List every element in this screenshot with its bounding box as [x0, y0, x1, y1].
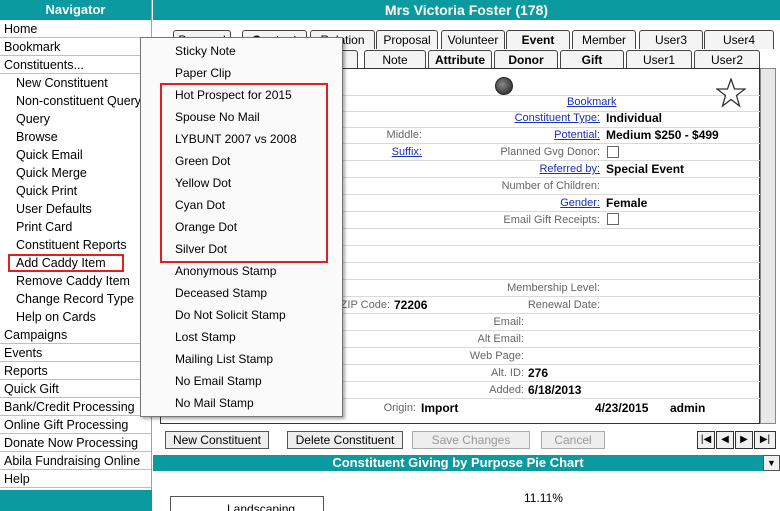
children-label: Number of Children: — [501, 180, 600, 192]
navigator-footer — [0, 490, 152, 511]
nav-item-print-card[interactable]: Print Card — [0, 218, 151, 236]
web-page-label: Web Page: — [469, 350, 524, 362]
tab-user1[interactable]: User1 — [626, 50, 692, 69]
nav-item-change-record-type[interactable]: Change Record Type — [0, 290, 151, 308]
chevron-down-icon[interactable]: ▼ — [763, 455, 780, 471]
alt-id-label: Alt. ID: — [490, 367, 524, 379]
menu-item-sticky-note[interactable]: Sticky Note — [175, 44, 236, 58]
nav-item-reports[interactable]: Reports — [0, 362, 151, 380]
tab-attribute[interactable]: Attribute — [428, 50, 492, 69]
menu-item-no-mail-stamp[interactable]: No Mail Stamp — [175, 396, 254, 410]
nav-item-help[interactable]: Help — [0, 470, 151, 488]
menu-item-anonymous-stamp[interactable]: Anonymous Stamp — [175, 264, 276, 278]
tab-gift[interactable]: Gift — [560, 50, 624, 69]
planned-giving-checkbox[interactable] — [607, 146, 619, 158]
potential-link[interactable]: Potential: — [500, 129, 600, 141]
menu-item-mailing-list-stamp[interactable]: Mailing List Stamp — [175, 352, 273, 366]
last-record-icon[interactable]: ▶| — [754, 431, 776, 449]
nav-item-bookmark[interactable]: Bookmark — [0, 38, 151, 56]
nav-item-remove-caddy-item[interactable]: Remove Caddy Item — [0, 272, 151, 290]
membership-level-label: Membership Level: — [507, 282, 600, 294]
delete-constituent-button[interactable]: Delete Constituent — [287, 431, 403, 449]
constituent-type-value: Individual — [606, 111, 663, 125]
pie-slice-percent: 11.11% — [524, 491, 563, 505]
nav-item-bank-credit-processing[interactable]: Bank/Credit Processing — [0, 398, 151, 416]
record-title: Mrs Victoria Foster (178) — [153, 0, 780, 20]
modified-user: admin — [670, 401, 706, 415]
origin-label: Origin: — [383, 402, 416, 414]
nav-item-quick-merge[interactable]: Quick Merge — [0, 164, 151, 182]
email-label: Email: — [493, 316, 524, 328]
menu-item-do-not-solicit-stamp[interactable]: Do Not Solicit Stamp — [175, 308, 286, 322]
nav-item-quick-gift[interactable]: Quick Gift — [0, 380, 151, 398]
navigator-panel: Navigator Home Bookmark Constituents... New… — [0, 0, 152, 511]
planned-giving-label: Planned Gvg Donor: — [500, 146, 600, 158]
previous-record-icon[interactable]: ◀ — [716, 431, 734, 449]
nav-item-constituents[interactable]: Constituents... — [0, 56, 151, 74]
nav-item-online-gift-processing[interactable]: Online Gift Processing — [0, 416, 151, 434]
zip-code-value: 72206 — [394, 298, 428, 312]
menu-item-deceased-stamp[interactable]: Deceased Stamp — [175, 286, 267, 300]
email-receipts-label: Email Gift Receipts: — [503, 214, 600, 226]
form-scrollbar[interactable] — [760, 68, 776, 424]
legend-item-label: Landscaping — [227, 502, 296, 511]
new-constituent-button[interactable]: New Constituent — [165, 431, 269, 449]
cancel-button[interactable]: Cancel — [541, 431, 605, 449]
pie-chart-header: Constituent Giving by Purpose Pie Chart — [153, 455, 763, 471]
gray-dot-icon — [495, 77, 513, 95]
nav-item-help-on-cards[interactable]: Help on Cards — [0, 308, 151, 326]
referred-by-link[interactable]: Referred by: — [500, 163, 600, 175]
nav-item-events[interactable]: Events — [0, 344, 151, 362]
nav-item-constituent-reports[interactable]: Constituent Reports — [0, 236, 151, 254]
tab-event[interactable]: Event — [506, 30, 570, 49]
tab-donor[interactable]: Donor — [494, 50, 558, 69]
potential-value: Medium $250 - $499 — [606, 128, 719, 142]
gender-value: Female — [606, 196, 648, 210]
constituent-type-link[interactable]: Constituent Type: — [480, 112, 600, 124]
tab-user3[interactable]: User3 — [639, 30, 703, 49]
middle-name-label: Middle: — [386, 129, 422, 141]
tab-member[interactable]: Member — [572, 30, 636, 49]
tab-user2[interactable]: User2 — [694, 50, 760, 69]
nav-item-quick-email[interactable]: Quick Email — [0, 146, 151, 164]
suffix-link[interactable]: Suffix: — [360, 146, 422, 158]
tab-proposal[interactable]: Proposal — [376, 30, 438, 49]
zip-code-label: ZIP Code: — [340, 299, 390, 311]
nav-item-query[interactable]: Query — [0, 110, 151, 128]
navigator-title: Navigator — [0, 0, 151, 20]
nav-item-browse[interactable]: Browse — [0, 128, 151, 146]
tab-user4[interactable]: User4 — [704, 30, 774, 49]
nav-item-quick-print[interactable]: Quick Print — [0, 182, 151, 200]
menu-item-lost-stamp[interactable]: Lost Stamp — [175, 330, 236, 344]
first-record-icon[interactable]: |◀ — [697, 431, 715, 449]
nav-item-abila-fundraising-online[interactable]: Abila Fundraising Online — [0, 452, 151, 470]
alt-id-value: 276 — [528, 366, 549, 380]
nav-item-add-caddy-item[interactable]: Add Caddy Item — [8, 254, 124, 272]
tab-note[interactable]: Note — [364, 50, 426, 69]
alt-email-label: Alt Email: — [477, 333, 524, 345]
menu-item-no-email-stamp[interactable]: No Email Stamp — [175, 374, 262, 388]
save-changes-button[interactable]: Save Changes — [412, 431, 530, 449]
gender-link[interactable]: Gender: — [500, 197, 600, 209]
added-date-value: 6/18/2013 — [528, 383, 582, 397]
nav-item-campaigns[interactable]: Campaigns — [0, 326, 151, 344]
nav-item-home[interactable]: Home — [0, 20, 151, 38]
nav-item-user-defaults[interactable]: User Defaults — [0, 200, 151, 218]
star-icon[interactable] — [716, 78, 746, 108]
nav-item-new-constituent[interactable]: New Constituent — [0, 74, 151, 92]
added-label: Added: — [489, 384, 524, 396]
nav-item-donate-now-processing[interactable]: Donate Now Processing — [0, 434, 151, 452]
referred-by-value: Special Event — [606, 162, 685, 176]
email-receipts-checkbox[interactable] — [607, 213, 619, 225]
menu-item-paper-clip[interactable]: Paper Clip — [175, 66, 231, 80]
bookmark-link[interactable]: Bookmark — [567, 96, 617, 108]
next-record-icon[interactable]: ▶ — [735, 431, 753, 449]
renewal-date-label: Renewal Date: — [527, 299, 600, 311]
navigator-list: Home Bookmark Constituents... New Constitue… — [0, 20, 151, 488]
tab-volunteer[interactable]: Volunteer — [441, 30, 505, 49]
menu-highlight-box — [160, 83, 328, 263]
nav-item-non-constituent-query[interactable]: Non-constituent Query — [0, 92, 151, 110]
origin-value: Import — [421, 401, 459, 415]
modified-date: 4/23/2015 — [595, 401, 649, 415]
